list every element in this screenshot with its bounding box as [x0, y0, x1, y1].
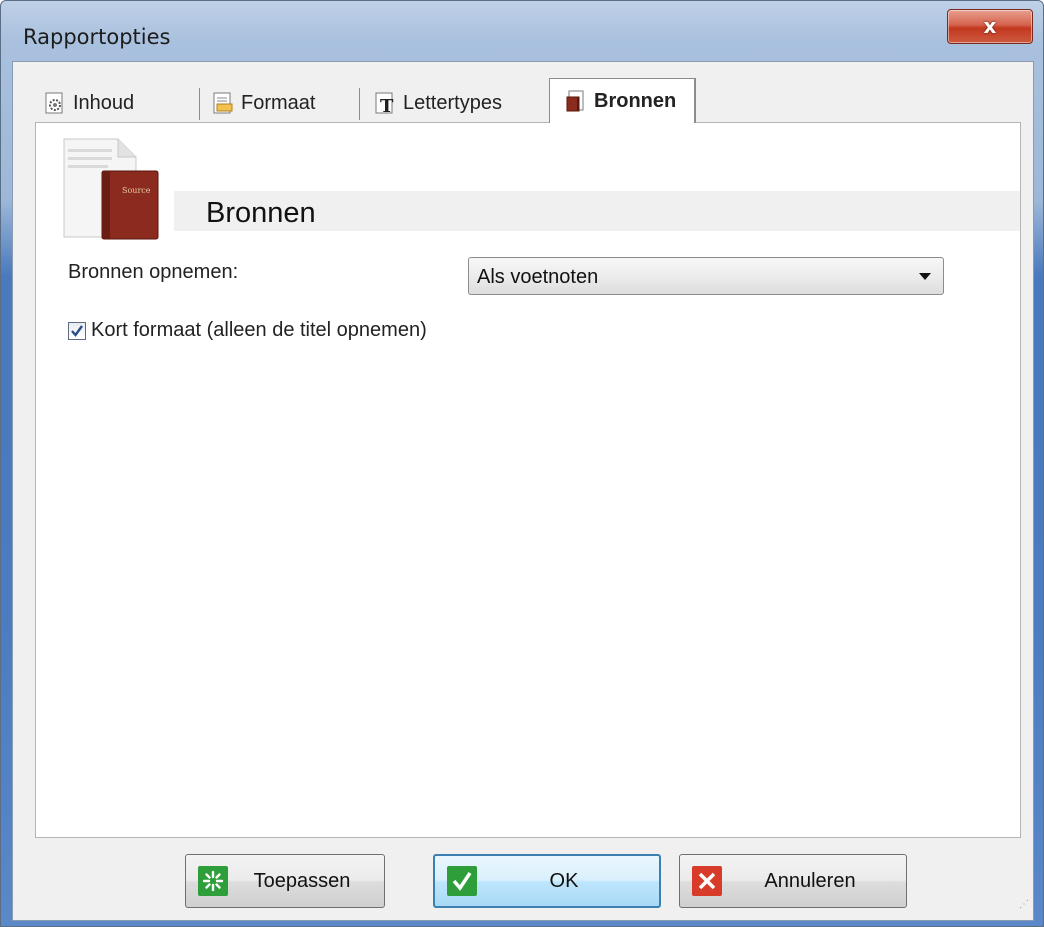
cancel-button[interactable]: Annuleren [679, 854, 907, 908]
close-button[interactable]: x [947, 9, 1033, 44]
apply-label: Toepassen [253, 869, 351, 892]
book-cover-text: Source [122, 186, 151, 195]
ok-button[interactable]: OK [433, 854, 661, 908]
short-format-checkbox[interactable] [68, 321, 86, 340]
button-row: Toepassen OK Annuleren ⋰ [13, 844, 1033, 914]
tab-label: Inhoud [73, 91, 135, 114]
tab-lettertypes[interactable]: T Lettertypes [373, 84, 502, 122]
title-bar[interactable]: Rapportopties x [1, 1, 1043, 61]
ok-label: OK [549, 869, 579, 892]
dialog-window: Rapportopties x Inhoud Formaat T Lettert… [0, 0, 1044, 927]
tab-label: Bronnen [594, 89, 677, 112]
tab-label: Formaat [241, 91, 316, 114]
tab-separator [359, 88, 360, 120]
font-icon: T [375, 92, 394, 115]
short-format-row[interactable]: Kort formaat (alleen de titel opnemen) [68, 319, 427, 342]
resize-grip-icon[interactable]: ⋰ [1019, 899, 1029, 910]
sparkle-icon [202, 870, 224, 892]
include-sources-value: Als voetnoten [477, 266, 599, 288]
chevron-down-icon[interactable] [919, 273, 931, 280]
include-sources-select[interactable]: Als voetnoten [468, 257, 944, 295]
tab-bronnen[interactable]: Bronnen [549, 78, 697, 123]
checkmark-icon [452, 872, 472, 891]
checkmark-icon [71, 324, 83, 337]
section-title: Bronnen [206, 197, 316, 229]
book-icon [566, 90, 584, 112]
tab-label: Lettertypes [403, 91, 502, 114]
tab-formaat[interactable]: Formaat [211, 84, 315, 122]
tab-separator [199, 88, 200, 120]
ok-icon [447, 866, 477, 896]
short-format-label: Kort formaat (alleen de titel opnemen) [91, 319, 427, 341]
cancel-label: Annuleren [764, 869, 856, 892]
apply-button[interactable]: Toepassen [185, 854, 385, 908]
close-icon: x [983, 14, 997, 38]
apply-icon [198, 866, 228, 896]
tab-panel-bronnen: Source Bronnen Bronnen opnemen: Als voet… [35, 122, 1021, 838]
sources-book-icon: Source [63, 138, 159, 240]
close-icon [698, 872, 716, 890]
include-sources-label: Bronnen opnemen: [68, 261, 239, 283]
format-icon [213, 92, 233, 114]
dialog-client-area: Inhoud Formaat T Lettertypes Bronnen Sou… [12, 61, 1034, 921]
svg-text:T: T [380, 96, 394, 115]
tab-inhoud[interactable]: Inhoud [43, 84, 134, 122]
window-title: Rapportopties [23, 25, 171, 49]
content-gear-icon [45, 92, 63, 114]
cancel-icon [692, 866, 722, 896]
